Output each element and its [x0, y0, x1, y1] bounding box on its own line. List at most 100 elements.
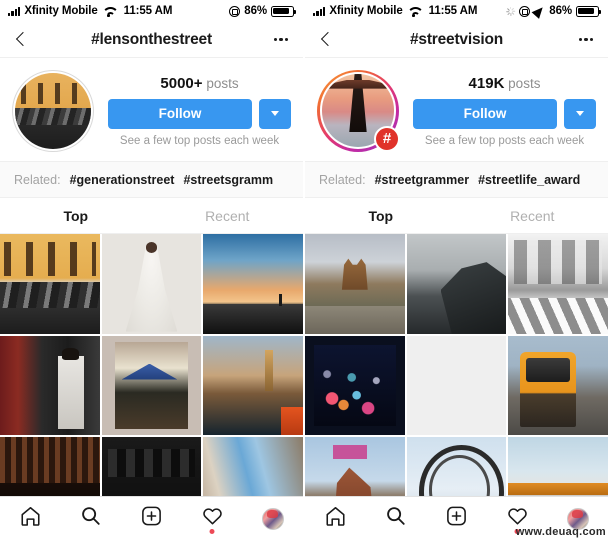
tab-recent[interactable]: Recent [457, 198, 608, 233]
post-grid [0, 234, 303, 496]
tab-top[interactable]: Top [0, 198, 152, 233]
battery-icon [576, 5, 602, 17]
posts-label: posts [508, 75, 541, 91]
status-clock: 11:55 AM [428, 5, 478, 17]
cellular-signal-icon [8, 6, 21, 16]
grid-cell[interactable] [0, 335, 100, 436]
status-clock: 11:55 AM [123, 5, 173, 17]
nav-profile[interactable] [242, 497, 303, 540]
grid-cell[interactable] [508, 437, 608, 496]
nav-add-post[interactable] [121, 497, 182, 540]
nav-add-post[interactable] [426, 497, 487, 540]
grid-cell[interactable] [406, 437, 507, 496]
post-dark-enter-sign [101, 437, 202, 496]
post-alley-sky [203, 437, 303, 496]
page-title: #streetvision [409, 30, 504, 48]
avatar-wrapper: # [317, 69, 400, 152]
post-cafe-blue-umbrella [101, 335, 202, 436]
posts-label: posts [206, 75, 239, 91]
follow-button[interactable]: Follow [413, 98, 557, 129]
post-foggy-cliff [406, 234, 507, 334]
posts-count: 5000+ [160, 74, 203, 92]
status-bar-left: Xfinity Mobile 11:55 AM [8, 5, 172, 17]
posts-count-row: 5000+ posts [160, 75, 238, 92]
grid-cell[interactable] [101, 335, 202, 436]
grid-cell[interactable] [203, 234, 303, 334]
chevron-down-icon[interactable] [259, 98, 291, 129]
grid-cell[interactable] [0, 234, 100, 334]
grid-cell[interactable] [0, 437, 100, 496]
action-button-row: Follow [413, 98, 596, 129]
bottom-nav-bar: www.deuaq.com [305, 496, 608, 540]
more-options-icon[interactable] [271, 30, 291, 50]
tab-recent[interactable]: Recent [152, 198, 304, 233]
plus-square-icon [140, 505, 163, 532]
related-tag-1[interactable]: #generationstreet [70, 173, 175, 187]
post-bikes-yellow-building [0, 234, 100, 334]
nav-home[interactable] [305, 497, 366, 540]
grid-cell[interactable] [101, 437, 202, 496]
grid-cell[interactable] [406, 234, 507, 334]
search-icon [384, 505, 407, 532]
posts-count: 419K [468, 74, 505, 92]
post-shop-window-man [0, 335, 100, 436]
related-tag-2[interactable]: #streetsgramm [183, 173, 273, 187]
screen-rotation-lock-icon [229, 5, 241, 17]
grid-cell[interactable] [305, 335, 405, 436]
subscription-note: See a few top posts each week [119, 134, 280, 147]
status-bar-left: Xfinity Mobile 11:55 AM [313, 5, 477, 17]
tab-top[interactable]: Top [305, 198, 457, 233]
post-plaza-fountain [305, 234, 405, 334]
grid-cell[interactable] [203, 437, 303, 496]
phone-panel-1: Xfinity Mobile 11:55 AM 86% #lensonthestree… [0, 0, 303, 540]
wifi-icon [407, 6, 420, 17]
post-harbor-tower [203, 335, 303, 436]
home-icon [19, 505, 42, 532]
related-tag-1[interactable]: #streetgrammer [375, 173, 470, 187]
chevron-down-icon[interactable] [564, 98, 596, 129]
nav-search[interactable] [61, 497, 122, 540]
activity-badge-dot [514, 529, 520, 534]
profile-avatar-icon [566, 507, 589, 530]
location-arrow-icon [534, 6, 545, 17]
battery-icon [271, 5, 297, 17]
nav-header: #streetvision [305, 22, 608, 58]
posts-count-row: 419K posts [469, 75, 541, 92]
more-options-icon[interactable] [576, 30, 596, 50]
related-label: Related: [14, 172, 61, 187]
post-night-bokeh-lights [305, 335, 405, 436]
post-bw-crosswalk [508, 234, 608, 334]
avatar-wrapper [12, 69, 94, 152]
chevron-left-icon[interactable] [12, 30, 32, 50]
profile-info: 419K posts Follow See a few top posts each… [413, 75, 596, 147]
status-bar: Xfinity Mobile 11:55 AM 86% [305, 0, 608, 22]
grid-cell[interactable] [203, 335, 303, 436]
chevron-left-icon[interactable] [317, 30, 337, 50]
heart-icon [506, 505, 529, 532]
grid-tabs: Top Recent [0, 198, 303, 234]
bottom-nav-bar [0, 496, 303, 540]
related-tag-2[interactable]: #streetlife_award [478, 173, 580, 187]
related-tags-row: Related: #streetgrammer #streetlife_award [305, 162, 608, 198]
grid-cell[interactable] [101, 234, 202, 334]
avatar-ring [12, 69, 94, 152]
home-icon [324, 505, 347, 532]
grid-tabs: Top Recent [305, 198, 608, 234]
search-icon [79, 505, 102, 532]
nav-activity[interactable] [487, 497, 548, 540]
grid-cell[interactable] [406, 335, 507, 436]
profile-info: 5000+ posts Follow See a few top posts eac… [108, 75, 291, 147]
post-sunset-pier [203, 234, 303, 334]
nav-profile[interactable] [547, 497, 608, 540]
follow-button[interactable]: Follow [108, 98, 252, 129]
grid-cell[interactable] [508, 234, 608, 334]
grid-cell[interactable] [305, 437, 405, 496]
grid-cell[interactable] [305, 234, 405, 334]
nav-home[interactable] [0, 497, 61, 540]
grid-cell[interactable] [508, 335, 608, 436]
nav-search[interactable] [366, 497, 427, 540]
hashtag-avatar[interactable] [15, 72, 91, 149]
nav-activity[interactable] [182, 497, 243, 540]
screen-rotation-lock-icon [519, 5, 531, 17]
dual-phone-screenshot: Xfinity Mobile 11:55 AM 86% #lensonthestree… [0, 0, 608, 540]
